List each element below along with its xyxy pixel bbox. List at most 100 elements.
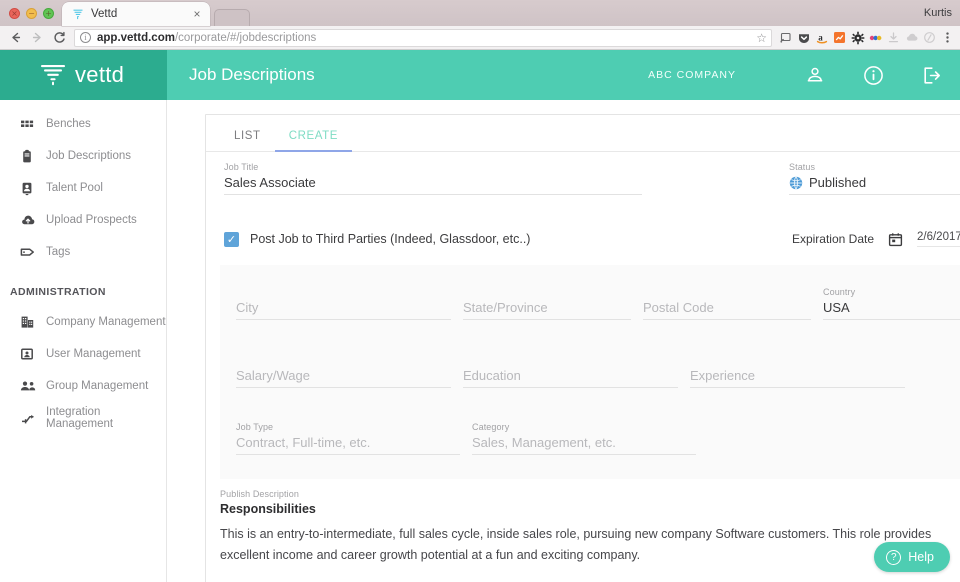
- close-tab-button[interactable]: ×: [190, 7, 204, 21]
- sidebar-item-tags[interactable]: Tags: [0, 236, 166, 268]
- sidebar-item-label: Company Management: [46, 316, 166, 328]
- gear-icon[interactable]: [849, 29, 866, 46]
- grid-icon: [20, 117, 46, 131]
- sidebar-item-integration-management[interactable]: Integration Management: [0, 402, 166, 434]
- reload-button[interactable]: [48, 27, 70, 49]
- vettd-logo-icon: [71, 7, 85, 21]
- job-type-field[interactable]: Job Type Contract, Full-time, etc.: [236, 422, 460, 455]
- expiration-date-label: Expiration Date: [791, 232, 874, 246]
- globe-icon: [789, 175, 803, 190]
- form-top: Job Title Sales Associate Status Publish…: [206, 152, 960, 247]
- amazon-icon[interactable]: a: [813, 29, 830, 46]
- main-content: LIST CREATE Job Title Sales Associate St…: [167, 100, 960, 582]
- maximize-window-button[interactable]: +: [43, 8, 54, 19]
- logout-icon[interactable]: [902, 65, 960, 86]
- education-input[interactable]: Education: [463, 368, 678, 388]
- check-icon: ✓: [226, 233, 237, 246]
- user-account-icon[interactable]: [786, 65, 844, 85]
- sidebar-item-group-management[interactable]: Group Management: [0, 370, 166, 402]
- integration-icon: [20, 412, 46, 425]
- experience-input[interactable]: Experience: [690, 368, 905, 388]
- window-controls: × − +: [0, 8, 62, 26]
- expiration-date-field[interactable]: Expiration Date 2/6/2017 ▾: [792, 231, 960, 247]
- salary-input[interactable]: Salary/Wage: [236, 368, 451, 388]
- category-field[interactable]: Category Sales, Management, etc.: [472, 422, 696, 455]
- company-name: ABC COMPANY: [648, 69, 736, 81]
- sidebar-item-user-management[interactable]: User Management: [0, 338, 166, 370]
- job-title-field[interactable]: Job Title Sales Associate: [224, 162, 642, 195]
- title-status-row: Job Title Sales Associate Status Publish…: [220, 162, 960, 195]
- sidebar: Benches Job Descriptions Talent Pool Upl…: [0, 100, 167, 582]
- page-title: Job Descriptions: [189, 65, 315, 84]
- tab-create[interactable]: CREATE: [274, 130, 353, 152]
- browser-menu-icon[interactable]: [939, 29, 956, 46]
- building-icon: [20, 315, 46, 329]
- slash-extension-icon[interactable]: [921, 29, 938, 46]
- job-title-input[interactable]: Sales Associate: [224, 175, 642, 195]
- sidebar-item-label: Upload Prospects: [46, 214, 137, 226]
- publish-description-value[interactable]: Responsibilities: [220, 502, 960, 516]
- post-third-parties-checkbox[interactable]: ✓: [224, 231, 239, 247]
- user-box-icon: [20, 347, 46, 361]
- job-type-input[interactable]: Contract, Full-time, etc.: [236, 435, 460, 455]
- sidebar-item-upload-prospects[interactable]: Upload Prospects: [0, 204, 166, 236]
- cast-icon[interactable]: [777, 29, 794, 46]
- sidebar-item-label: Talent Pool: [46, 182, 103, 194]
- category-input[interactable]: Sales, Management, etc.: [472, 435, 696, 455]
- tab-list[interactable]: LIST: [220, 130, 275, 151]
- city-input[interactable]: City: [236, 300, 451, 320]
- back-button[interactable]: [4, 27, 26, 49]
- calendar-icon[interactable]: [888, 232, 903, 247]
- job-type-label: Job Type: [236, 422, 274, 432]
- sidebar-item-benches[interactable]: Benches: [0, 108, 166, 140]
- post-third-parties-label[interactable]: Post Job to Third Parties (Indeed, Glass…: [239, 232, 530, 246]
- download-extension-icon[interactable]: [885, 29, 902, 46]
- app-logo[interactable]: vettd: [0, 50, 167, 100]
- sidebar-item-label: Group Management: [46, 380, 149, 392]
- status-label: Status: [789, 162, 816, 172]
- country-field[interactable]: Country USA: [823, 287, 960, 320]
- description-body[interactable]: This is an entry-to-intermediate, full s…: [206, 516, 960, 566]
- education-field[interactable]: Education: [463, 368, 678, 388]
- status-field[interactable]: Status Published ▼: [789, 162, 960, 195]
- help-button-label: Help: [908, 550, 934, 564]
- app-logo-text: vettd: [75, 62, 125, 87]
- job-title-label: Job Title: [224, 162, 259, 172]
- colorful-extension-icon[interactable]: [867, 29, 884, 46]
- help-button[interactable]: ? Help: [874, 542, 950, 572]
- experience-field[interactable]: Experience: [690, 368, 905, 388]
- postal-code-field[interactable]: . Postal Code: [643, 287, 811, 320]
- forward-button[interactable]: [26, 27, 48, 49]
- pocket-icon[interactable]: [795, 29, 812, 46]
- salary-field[interactable]: Salary/Wage: [236, 368, 451, 388]
- address-bar[interactable]: i app.vettd.com/corporate/#/jobdescripti…: [74, 28, 772, 47]
- browser-tab[interactable]: Vettd ×: [62, 2, 210, 26]
- tag-icon: [20, 246, 46, 258]
- vettd-funnel-icon: [40, 63, 66, 87]
- header-actions: ABC COMPANY: [648, 50, 960, 100]
- close-window-button[interactable]: ×: [9, 8, 20, 19]
- sidebar-item-job-descriptions[interactable]: Job Descriptions: [0, 140, 166, 172]
- info-icon[interactable]: [844, 65, 902, 86]
- bookmark-star-icon[interactable]: ☆: [756, 31, 767, 45]
- expiration-date-value: 2/6/2017: [917, 231, 960, 243]
- sidebar-item-talent-pool[interactable]: Talent Pool: [0, 172, 166, 204]
- new-tab-button[interactable]: [214, 9, 250, 26]
- expiration-date-input[interactable]: 2/6/2017 ▾: [917, 231, 960, 247]
- postal-code-input[interactable]: Postal Code: [643, 300, 811, 320]
- chart-extension-icon[interactable]: [831, 29, 848, 46]
- cloud-extension-icon[interactable]: [903, 29, 920, 46]
- minimize-window-button[interactable]: −: [26, 8, 37, 19]
- state-input[interactable]: State/Province: [463, 300, 631, 320]
- country-input[interactable]: USA: [823, 300, 960, 320]
- status-select[interactable]: Published ▼: [789, 175, 960, 195]
- site-info-icon[interactable]: i: [80, 32, 91, 43]
- browser-profile-name[interactable]: Kurtis: [924, 7, 952, 19]
- sidebar-item-company-management[interactable]: Company Management: [0, 306, 166, 338]
- compensation-row: Salary/Wage Education Experience: [236, 368, 960, 388]
- sidebar-item-label: Tags: [46, 246, 71, 258]
- city-field[interactable]: . City: [236, 287, 451, 320]
- question-circle-icon: ?: [886, 549, 902, 565]
- url-domain: app.vettd.com: [97, 31, 175, 44]
- state-field[interactable]: . State/Province: [463, 287, 631, 320]
